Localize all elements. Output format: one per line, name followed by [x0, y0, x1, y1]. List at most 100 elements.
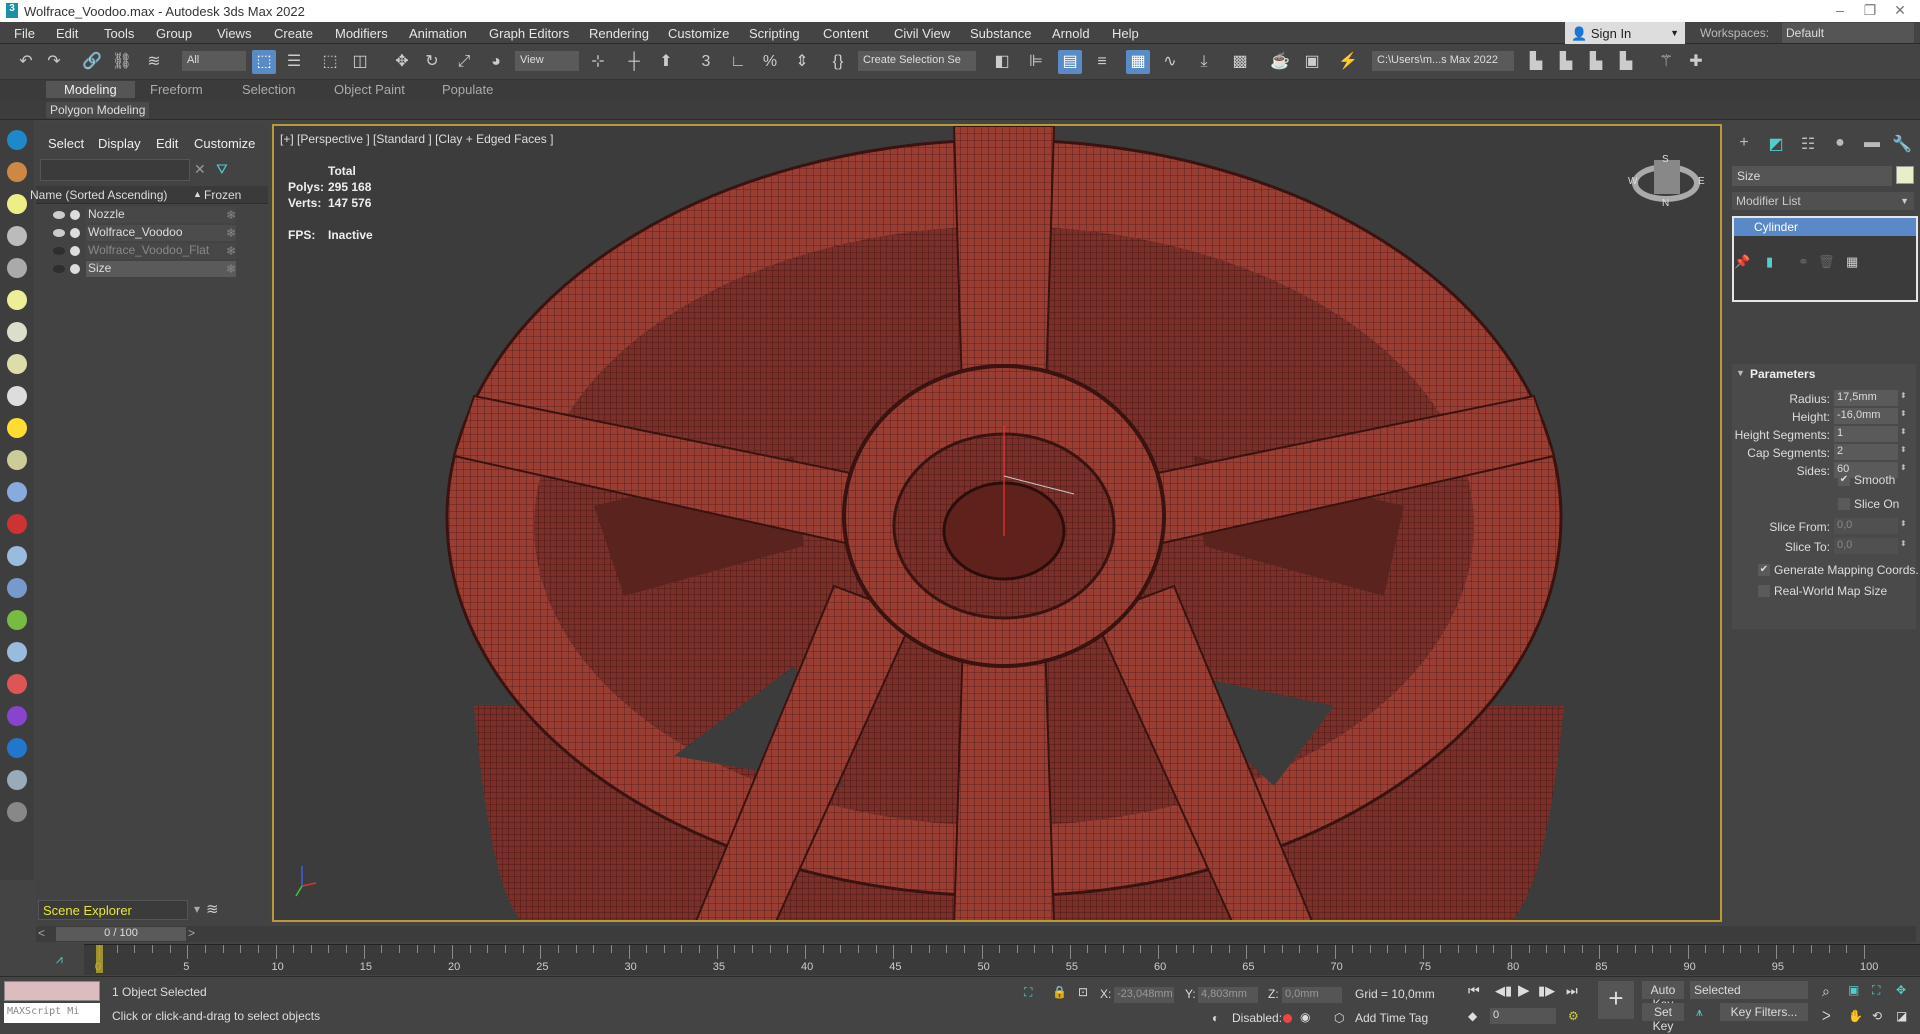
rig-icon[interactable]	[7, 578, 27, 598]
rotate-icon[interactable]: ↻	[420, 50, 444, 74]
render-setup-icon[interactable]: ☕	[1268, 50, 1292, 74]
scene-row[interactable]: Wolfrace_Voodoo ❄	[36, 224, 268, 242]
close-button[interactable]: ✕	[1880, 2, 1920, 19]
zoom-extents-all-icon[interactable]: ✥	[1896, 983, 1906, 997]
show-end-result-icon[interactable]: ▮	[1766, 254, 1773, 270]
frozen-snowflake-icon[interactable]: ❄	[226, 244, 236, 258]
skylight-icon[interactable]	[7, 482, 27, 502]
snaps-toggle-icon[interactable]: 3	[694, 50, 718, 74]
current-frame-marker[interactable]	[96, 945, 103, 973]
slice-from-input[interactable]: 0,0	[1834, 518, 1898, 534]
play-button[interactable]: ▶	[1518, 981, 1530, 999]
slice-on-checkbox[interactable]	[1838, 498, 1850, 510]
column-frozen[interactable]: Frozen	[204, 188, 241, 202]
scene-row[interactable]: Size ❄	[36, 260, 268, 278]
render-icon[interactable]: ⚡	[1336, 50, 1360, 74]
menu-arnold[interactable]: Arnold	[1052, 26, 1090, 41]
percent-snap-icon[interactable]: %	[758, 50, 782, 74]
select-by-name-icon[interactable]: ☰	[282, 50, 306, 74]
zoom-icon[interactable]: ⌕	[1822, 983, 1830, 1000]
manipulate-icon[interactable]: ┼	[622, 50, 646, 74]
clear-search-icon[interactable]: ✕	[194, 161, 206, 178]
material-editor-icon[interactable]: ▩	[1228, 50, 1252, 74]
viewport-background-icon[interactable]	[7, 290, 27, 310]
utilities-tab-icon[interactable]: 🔧	[1890, 134, 1914, 154]
rectangular-selection-icon[interactable]: ⬚	[318, 50, 342, 74]
maxscript-listener-output[interactable]	[4, 981, 100, 1001]
layer-explorer-icon[interactable]: ≡	[1090, 50, 1114, 74]
pan-icon[interactable]: ✋	[1848, 1009, 1863, 1023]
modify-tab-icon[interactable]: ◩	[1764, 134, 1788, 154]
next-frame-button[interactable]: >	[188, 926, 195, 940]
tab-object-paint[interactable]: Object Paint	[334, 82, 405, 97]
scene-row[interactable]: Wolfrace_Voodoo_Flat ❄	[36, 242, 268, 260]
tab-freeform[interactable]: Freeform	[150, 82, 203, 97]
project-path-dropdown[interactable]: C:\Users\m...s Max 2022	[1372, 51, 1514, 71]
edit-named-selection-icon[interactable]: {}	[826, 50, 850, 74]
display-floater-icon[interactable]	[7, 130, 27, 150]
spinner-icon[interactable]: ⬍	[1900, 539, 1907, 548]
param-input[interactable]: 2	[1834, 444, 1898, 460]
frozen-snowflake-icon[interactable]: ❄	[226, 262, 236, 276]
camera-icon[interactable]	[7, 226, 27, 246]
scene-search-input[interactable]	[40, 159, 190, 181]
goto-end-button[interactable]: ⏭	[1566, 983, 1578, 999]
maximize-viewport-icon[interactable]: ◪	[1896, 1009, 1907, 1023]
auto-key-button[interactable]: Auto Key	[1642, 981, 1684, 1011]
visibility-eye-icon[interactable]	[53, 247, 65, 255]
grass-icon[interactable]	[7, 642, 27, 662]
place-icon[interactable]: ◕	[484, 50, 508, 74]
renderable-dot-icon[interactable]	[70, 246, 80, 256]
rendered-frame-icon[interactable]: ▣	[1300, 50, 1324, 74]
tab-populate[interactable]: Populate	[442, 82, 493, 97]
project-icon-1[interactable]: ▙	[1524, 50, 1548, 74]
unlink-icon[interactable]: ⛓	[110, 50, 134, 74]
spinner-icon[interactable]: ⬍	[1900, 463, 1907, 472]
environment-icon[interactable]	[7, 770, 27, 790]
param-input[interactable]: 17,5mm	[1834, 390, 1898, 406]
isolate-selection-icon[interactable]: ⛶	[1024, 985, 1032, 1000]
molecule-icon[interactable]	[7, 546, 27, 566]
scene-row[interactable]: Nozzle ❄	[36, 206, 268, 224]
menu-substance[interactable]: Substance	[970, 26, 1031, 41]
menu-create[interactable]: Create	[274, 26, 313, 41]
workspaces-select[interactable]: Default	[1782, 23, 1914, 43]
real-world-checkbox[interactable]	[1758, 585, 1770, 597]
rollout-title[interactable]: Parameters	[1750, 367, 1815, 381]
named-selection-dropdown[interactable]: Create Selection Se	[858, 51, 976, 71]
menu-graph-editors[interactable]: Graph Editors	[489, 26, 569, 41]
menu-tools[interactable]: Tools	[104, 26, 134, 41]
menu-edit[interactable]: Edit	[56, 26, 78, 41]
schematic-view-icon[interactable]: ⤓	[1192, 50, 1216, 74]
object-name-input[interactable]: Size	[1732, 166, 1892, 186]
tab-modeling[interactable]: Modeling	[46, 81, 135, 98]
selection-lock-icon[interactable]: ◉	[1300, 1010, 1310, 1024]
key-mode-toggle-icon[interactable]: ◆	[1468, 1009, 1477, 1023]
render-frame-icon[interactable]	[7, 162, 27, 182]
help-icon[interactable]	[7, 802, 27, 822]
polygon-modeling-tab[interactable]: Polygon Modeling	[46, 102, 150, 118]
column-name[interactable]: Name (Sorted Ascending)	[30, 188, 167, 202]
angle-snap-icon[interactable]: ∟	[726, 50, 750, 74]
visibility-eye-icon[interactable]	[53, 265, 65, 273]
layers-icon[interactable]: ≋	[206, 900, 219, 918]
display-tab-icon[interactable]: ▬	[1860, 134, 1884, 154]
time-slider-thumb[interactable]: 0 / 100	[56, 927, 186, 941]
mirror-icon[interactable]: ◧	[990, 50, 1014, 74]
keyboard-shortcut-icon[interactable]: ⬆	[654, 50, 678, 74]
pivot-icon[interactable]: ⊹	[586, 50, 610, 74]
color-palette-icon[interactable]	[7, 706, 27, 726]
object-name[interactable]: Nozzle	[86, 207, 236, 223]
sign-in-button[interactable]: 👤 Sign In ▼	[1565, 22, 1685, 44]
modifier-list-dropdown[interactable]: Modifier List ▼	[1732, 192, 1914, 210]
project-icon-4[interactable]: ▙	[1614, 50, 1638, 74]
curve-editor-icon[interactable]: ∿	[1158, 50, 1182, 74]
light-lister-icon[interactable]	[7, 194, 27, 214]
zoom-extents-icon[interactable]: ⛶	[1872, 983, 1880, 998]
menu-content[interactable]: Content	[823, 26, 869, 41]
prev-frame-button[interactable]: <	[38, 926, 45, 940]
renderable-dot-icon[interactable]	[70, 264, 80, 274]
slice-to-input[interactable]: 0,0	[1834, 538, 1898, 554]
key-mode-dropdown[interactable]: Selected	[1690, 981, 1808, 999]
menu-customize[interactable]: Customize	[668, 26, 729, 41]
